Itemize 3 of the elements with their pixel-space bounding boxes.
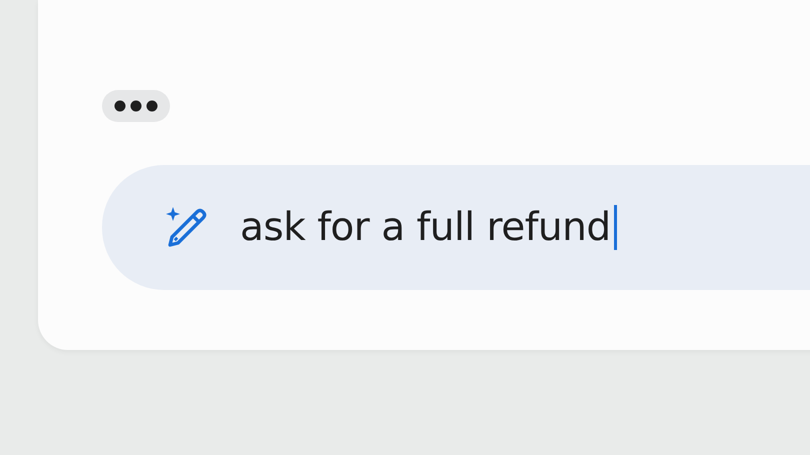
prompt-field[interactable]: ask for a full refund bbox=[102, 165, 810, 290]
dots-icon bbox=[114, 100, 158, 112]
prompt-text: ask for a full refund bbox=[240, 205, 617, 250]
